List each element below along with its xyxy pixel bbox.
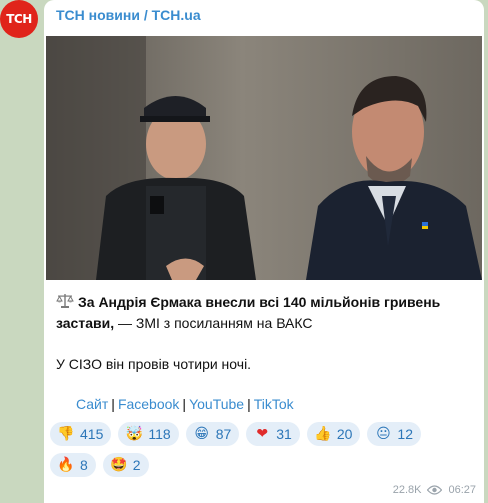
headline-rest: — ЗМІ з посиланням на ВАКС [114,315,313,331]
reaction-count: 31 [276,426,292,442]
link-tiktok[interactable]: TikTok [254,396,294,412]
thumbs-down-icon: 👎 [57,426,75,442]
neutral-face-icon: 😐 [376,426,391,442]
message-meta: 22.8K 06:27 [393,484,476,496]
link-youtube[interactable]: YouTube [189,396,244,412]
reaction-thumbs-up[interactable]: 👍 20 [306,422,361,446]
reaction-count: 2 [132,457,141,473]
link-site[interactable]: Сайт [76,396,108,412]
reaction-fire[interactable]: 🔥 8 [50,453,96,477]
star-eyes-icon: 🤩 [110,457,128,473]
reaction-thumbs-down[interactable]: 👎 415 [50,422,112,446]
eye-icon [427,485,443,495]
post-paragraph: У СІЗО він провів чотири ночі. [56,356,252,372]
heart-icon: ❤ [256,426,269,442]
reaction-neutral-face[interactable]: 😐 12 [367,422,421,446]
grin-icon: 😁 [194,426,209,442]
link-facebook[interactable]: Facebook [118,396,179,412]
link-separator: | [247,396,251,412]
reaction-count: 20 [336,426,353,442]
avatar-text: ТСН [6,12,32,26]
channel-name[interactable]: ТСН новини / TCH.ua [56,7,201,23]
social-links: Сайт | Facebook | YouTube | TikTok [76,396,294,412]
link-separator: | [182,396,187,412]
reaction-count: 8 [80,457,88,473]
reaction-grin[interactable]: 😁 87 [185,422,240,446]
link-separator: | [111,396,115,412]
reaction-count: 118 [148,426,171,442]
reaction-count: 12 [397,426,413,442]
message-bubble: ТСН новини / TCH.ua За Андрія Єрмака вне… [44,0,484,503]
reaction-mind-blown[interactable]: 🤯 118 [118,422,179,446]
reaction-star-eyes[interactable]: 🤩 2 [102,453,149,477]
reaction-heart[interactable]: ❤ 31 [246,422,300,446]
reaction-count: 87 [215,426,232,442]
reaction-count: 415 [80,426,104,442]
view-count: 22.8K [392,484,422,496]
post-photo[interactable] [46,36,482,280]
message-time: 06:27 [448,484,476,496]
post-text: За Андрія Єрмака внесли всі 140 мільйоні… [56,292,476,375]
channel-avatar[interactable]: ТСН [0,0,38,38]
thumbs-up-icon: 👍 [314,426,332,442]
fire-icon: 🔥 [57,457,75,473]
reactions-bar: 👎 415 🤯 118 😁 87 ❤ 31 👍 20 😐 12 🔥 8 🤩 2 [50,422,470,484]
post-headline: За Андрія Єрмака внесли всі 140 мільйоні… [56,292,476,334]
scales-icon [56,293,74,309]
mind-blown-icon: 🤯 [125,426,144,442]
